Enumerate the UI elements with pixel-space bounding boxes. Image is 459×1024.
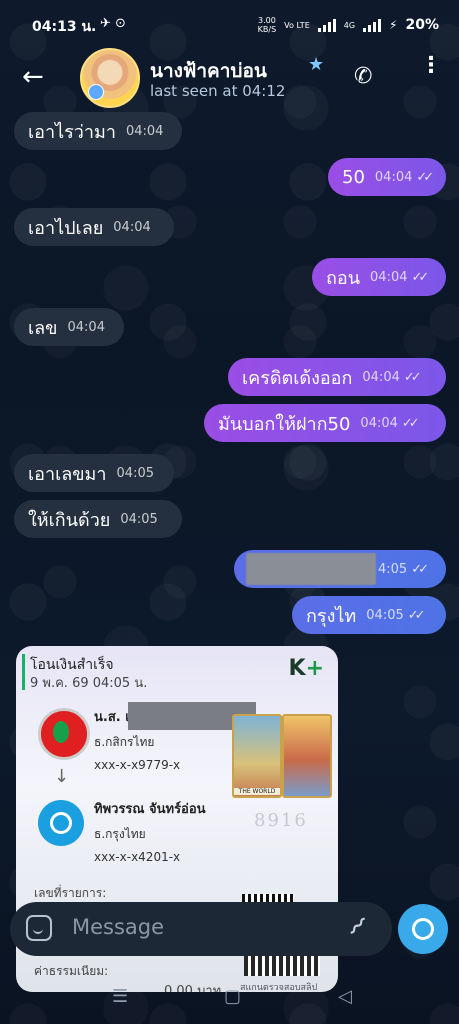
message-text: เครดิตเด้งออก [242,367,353,389]
down-arrow-icon: ↓ [54,766,70,787]
message-bubble-outgoing-redacted[interactable]: 4:05 ✓✓ [234,550,446,588]
read-ticks-icon: ✓✓ [416,169,434,185]
message-text: มันบอกให้ฝาก50 [218,413,351,435]
receipt-watermark-code: 8916 [254,810,308,831]
battery-icon: ⚡ [389,18,398,32]
speed-unit: KB/S [257,25,277,34]
battery-level: 20% [405,17,439,33]
back-nav-icon[interactable]: ◁ [338,986,352,1007]
status-bar: 04:13 น. ✈ ⊙ 3.00 KB/S Vo LTE 4G ⚡ 20% [0,0,459,50]
read-ticks-icon: ✓✓ [401,415,420,431]
message-bubble-incoming[interactable]: เอาเลขมา 04:05 [14,454,174,492]
message-text: เอาไปเลย [28,217,104,239]
reference-label: เลขที่รายการ: [34,886,107,900]
message-time: 04:04 [370,269,408,285]
more-options-icon[interactable]: ⋮ [420,55,442,77]
signal-icon-2 [363,18,382,32]
kasikorn-bank-icon [38,708,90,760]
read-ticks-icon: ✓✓ [411,269,429,285]
message-text: 50 [342,166,365,188]
network-speed: 3.00 KB/S [258,16,277,34]
message-bubble-outgoing[interactable]: ถอน 04:04 ✓✓ [312,258,446,296]
back-arrow-icon[interactable]: ← [22,62,44,92]
read-ticks-icon: ✓✓ [403,369,422,385]
status-right: 3.00 KB/S Vo LTE 4G ⚡ 20% [258,16,439,34]
last-seen-status: last seen at 04:12 [150,82,286,100]
receiver-name: ทิพวรรณ จันทร์อ่อน [94,802,206,817]
message-bubble-outgoing[interactable]: 50 04:04 ✓✓ [328,158,446,196]
notification-icons: ✈ ⊙ [100,16,126,31]
phone-icon[interactable]: ✆ [354,64,372,89]
message-time: 04:05 [366,607,404,623]
message-input-bar[interactable]: Message ⌇ [10,902,392,956]
message-time: 04:04 [125,123,164,139]
message-bubble-incoming[interactable]: ให้เกินด้วย 04:05 [14,500,182,538]
status-time: 04:13 น. [32,19,97,35]
contact-avatar[interactable] [80,48,140,108]
message-time: 4:05 [378,561,408,577]
network-type: 4G [343,20,356,30]
home-icon[interactable]: ▢ [224,986,241,1007]
redacted-content [246,553,376,585]
chat-header: ← นางฟ้าคาบ่อน ★ last seen at 04:12 ✆ ⋮ [0,48,459,108]
receipt-date: 9 พ.ค. 69 04:05 น. [30,676,148,691]
message-bubble-outgoing[interactable]: เครดิตเด้งออก 04:04 ✓✓ [228,358,446,396]
message-bubble-incoming[interactable]: เอาไรว่ามา 04:04 [14,112,182,150]
volte-label: Vo LTE [284,20,310,30]
read-ticks-icon: ✓✓ [407,607,426,623]
attach-icon[interactable]: ⌇ [341,912,371,942]
tarot-card-label: THE WORLD [234,788,280,795]
emoji-sticker-icon[interactable] [26,915,52,941]
message-time: 04:04 [360,415,398,431]
message-bubble-incoming[interactable]: เอาไปเลย 04:04 [14,208,174,246]
message-text: เลข [28,317,58,339]
sender-account: xxx-x-x9779-x [94,758,181,772]
sender-bank: ธ.กสิกรไทย [94,735,155,749]
message-time: 04:05 [120,511,158,527]
system-nav-bar: ☰ ▢ ◁ [0,976,459,1024]
message-time: 04:05 [116,465,154,481]
receiver-info: ทิพวรรณ จันทร์อ่อน ธ.กรุงไทย xxx-x-x4201… [94,798,206,864]
krungthai-bank-icon [38,800,84,846]
tarot-card-image-2 [282,714,332,798]
speed-value: 3.00 [257,16,276,25]
tarot-card-image: THE WORLD [232,714,282,798]
message-text: กรุงไท [306,605,357,627]
message-input[interactable]: Message [72,915,164,939]
recent-apps-icon[interactable]: ☰ [112,986,128,1007]
message-bubble-outgoing[interactable]: กรุงไท 04:05 ✓✓ [292,596,446,634]
message-text: ให้เกินด้วย [28,509,111,531]
message-bubble-outgoing[interactable]: มันบอกให้ฝาก50 04:04 ✓✓ [204,404,446,442]
message-bubble-incoming[interactable]: เลข 04:04 [14,308,124,346]
premium-star-icon: ★ [308,54,325,75]
message-text: ถอน [326,267,361,289]
signal-icon [317,18,336,32]
avatar-badge-icon [88,84,104,100]
kplus-logo: K+ [288,656,325,681]
receipt-accent-bar [22,654,25,690]
receiver-account: xxx-x-x4201-x [94,850,181,864]
message-text: เอาเลขมา [28,463,107,485]
camera-button[interactable] [398,904,448,954]
message-time: 04:04 [67,319,105,335]
message-time: 04:04 [113,219,151,235]
read-ticks-icon: ✓✓ [411,561,429,577]
message-time: 04:04 [362,369,400,385]
receiver-bank: ธ.กรุงไทย [94,827,146,841]
message-time: 04:04 [374,169,413,185]
message-text: เอาไรว่ามา [28,121,116,143]
